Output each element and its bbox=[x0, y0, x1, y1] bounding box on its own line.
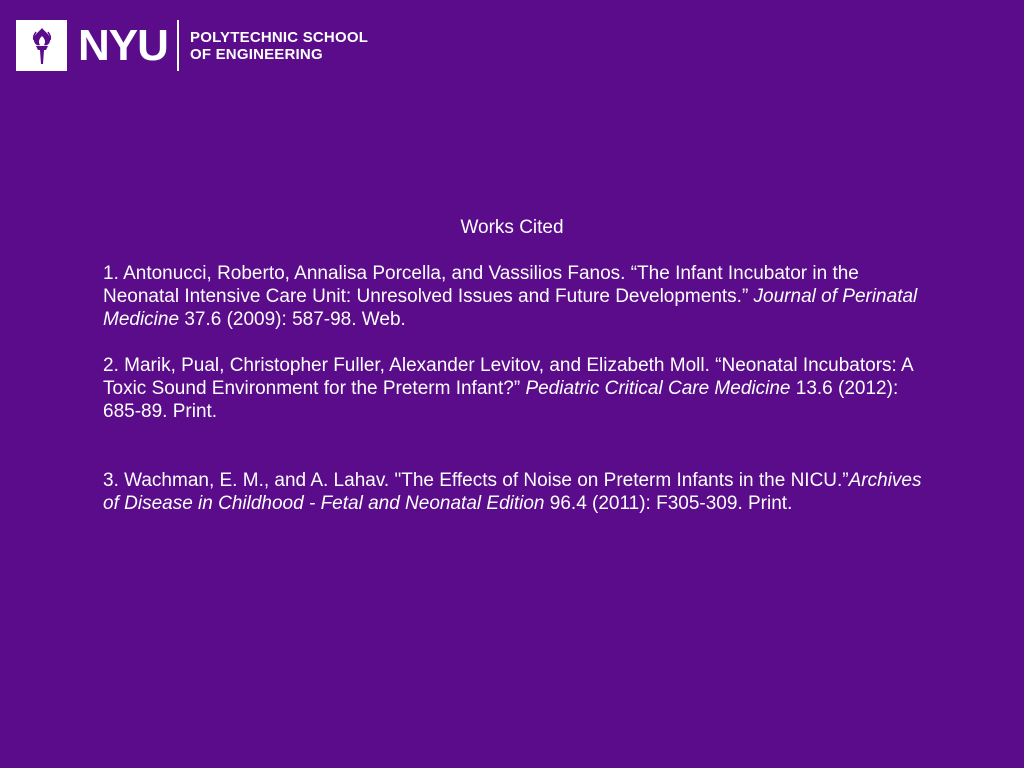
logo-divider bbox=[177, 20, 179, 71]
citation-1: 1. Antonucci, Roberto, Annalisa Porcella… bbox=[103, 262, 933, 331]
citation-2: 2. Marik, Pual, Christopher Fuller, Alex… bbox=[103, 354, 933, 423]
citation-list: 1. Antonucci, Roberto, Annalisa Porcella… bbox=[103, 262, 933, 515]
nyu-wordmark: NYU bbox=[78, 21, 169, 70]
school-name-line1: POLYTECHNIC SCHOOL bbox=[190, 29, 369, 46]
citation-3-text: 3. Wachman, E. M., and A. Lahav. "The Ef… bbox=[103, 470, 849, 491]
citation-3: 3. Wachman, E. M., and A. Lahav. "The Ef… bbox=[103, 469, 933, 515]
nyu-logo-box bbox=[16, 20, 67, 71]
citation-2-journal: Pediatric Critical Care Medicine bbox=[525, 378, 791, 399]
citation-1-details: 37.6 (2009): 587-98. Web. bbox=[179, 309, 406, 330]
slide-title: Works Cited bbox=[460, 217, 564, 238]
citation-3-details: 96.4 (2011): F305-309. Print. bbox=[544, 493, 793, 514]
school-name-line2: OF ENGINEERING bbox=[190, 46, 323, 63]
citation-1-text: 1. Antonucci, Roberto, Annalisa Porcella… bbox=[103, 263, 859, 307]
torch-icon bbox=[27, 26, 57, 66]
school-name: POLYTECHNIC SCHOOL OF ENGINEERING bbox=[190, 29, 368, 63]
